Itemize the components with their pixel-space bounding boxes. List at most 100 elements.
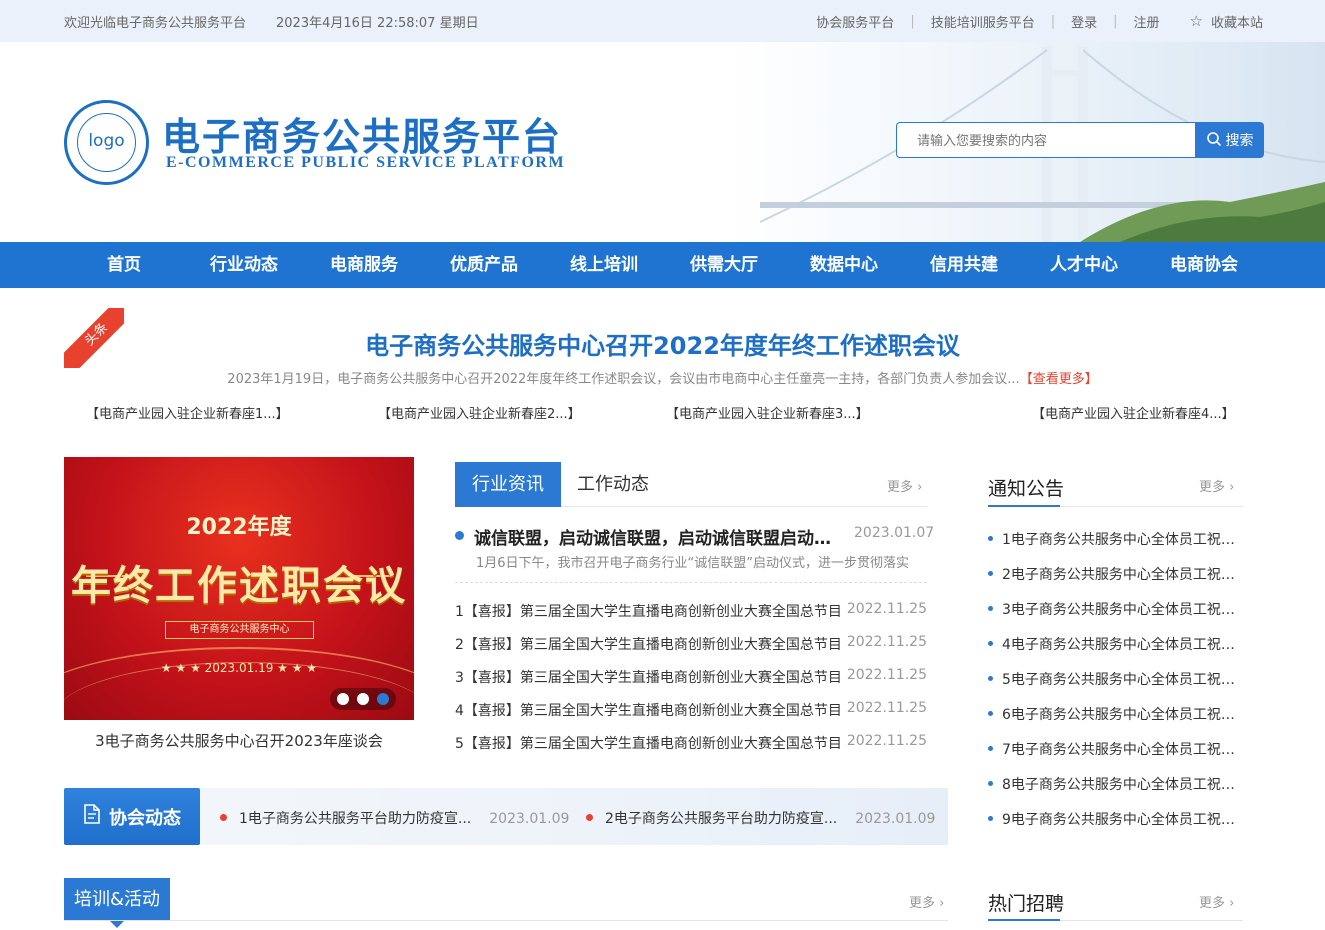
star-icon: ☆ xyxy=(1189,12,1203,30)
welcome-text: 欢迎光临电子商务公共服务平台 xyxy=(64,15,247,31)
featured-news-title[interactable]: 诚信联盟，启动诚信联盟，启动诚信联盟启动诚信联盟 xyxy=(474,524,844,549)
notice-item[interactable]: 7电子商务公共服务中心全体员工祝福大家新春快乐 xyxy=(988,739,1243,759)
tab-work-updates[interactable]: 工作动态 xyxy=(577,462,649,507)
tab-industry-info[interactable]: 行业资讯 xyxy=(455,462,561,507)
chevron-right-icon: › xyxy=(917,480,923,495)
news-item-date: 2022.11.25 xyxy=(846,733,927,749)
seminar-link[interactable]: 【电商产业园入驻企业新春座1...】 xyxy=(86,403,289,422)
seminar-link[interactable]: 【电商产业园入驻企业新春座3...】 xyxy=(666,403,869,422)
carousel-dots xyxy=(330,688,396,710)
association-news-item[interactable]: 1电子商务公共服务平台助力防疫宣... 2023.01.09 xyxy=(220,808,569,828)
nav-item-data-center[interactable]: 数据中心 xyxy=(784,242,904,288)
bookmark-link[interactable]: ☆ 收藏本站 xyxy=(1190,12,1263,31)
skills-training-link[interactable]: 技能培训服务平台 xyxy=(931,12,1035,31)
notice-item[interactable]: 2电子商务公共服务中心全体员工祝福大家新春快乐 xyxy=(988,564,1243,584)
site-title: 电子商务公共服务平台 xyxy=(162,114,563,159)
site-subtitle: E-COMMERCE PUBLIC SERVICE PLATFORM xyxy=(166,154,566,171)
panel-divider-accent xyxy=(988,919,1060,921)
register-link[interactable]: 注册 xyxy=(1134,12,1160,31)
news-tabs: 行业资讯 工作动态 xyxy=(455,462,927,507)
association-item-title: 1电子商务公共服务平台助力防疫宣... xyxy=(239,811,472,827)
divider: | xyxy=(910,13,915,29)
chevron-right-icon: › xyxy=(1229,480,1235,495)
featured-news-desc: 1月6日下午，我市召开电子商务行业“诚信联盟”启动仪式，进一步贯彻落实 xyxy=(476,556,910,571)
seminar-link[interactable]: 【电商产业园入驻企业新春座4...】 xyxy=(1032,403,1235,422)
nav-item-credit[interactable]: 信用共建 xyxy=(904,242,1024,288)
chevron-right-icon: › xyxy=(939,896,945,911)
association-platform-link[interactable]: 协会服务平台 xyxy=(816,12,894,31)
nav-item-home[interactable]: 首页 xyxy=(64,242,184,288)
jobs-more-link[interactable]: 更多 › xyxy=(1199,892,1234,911)
notice-item[interactable]: 5电子商务公共服务中心全体员工祝福大家新春快乐 xyxy=(988,669,1243,689)
top-bar: 欢迎光临电子商务公共服务平台 2023年4月16日 22:58:07 星期日 协… xyxy=(0,0,1325,42)
banner-headline: 年终工作述职会议 xyxy=(71,562,407,609)
nav-item-talent[interactable]: 人才中心 xyxy=(1024,242,1144,288)
nav-item-ecommerce-services[interactable]: 电商服务 xyxy=(304,242,424,288)
search-button[interactable]: 搜索 xyxy=(1195,122,1264,158)
search-input[interactable] xyxy=(896,122,1195,158)
news-item-title: 2【喜报】第三届全国大学生直播电商创新创业大赛全国总节目 xyxy=(455,637,842,653)
bullet xyxy=(220,813,227,821)
news-item[interactable]: 5【喜报】第三届全国大学生直播电商创新创业大赛全国总节目 2022.11.25 xyxy=(455,733,927,753)
divider xyxy=(455,582,927,583)
notice-item[interactable]: 6电子商务公共服务中心全体员工祝福大家新春快乐 xyxy=(988,704,1243,724)
association-news-item[interactable]: 2电子商务公共服务平台助力防疫宣... 2023.01.09 xyxy=(586,808,935,828)
more-label: 更多 xyxy=(1199,480,1226,495)
banner-caption[interactable]: 3电子商务公共服务中心召开2023年座谈会 xyxy=(64,730,414,751)
news-item[interactable]: 3【喜报】第三届全国大学生直播电商创新创业大赛全国总节目 2022.11.25 xyxy=(455,667,927,687)
notice-item[interactable]: 1电子商务公共服务中心全体员工祝福大家新春快乐 xyxy=(988,529,1243,549)
banner-slide[interactable]: 2022年度 年终工作述职会议 电子商务公共服务中心 ★ ★ ★ 2023.01… xyxy=(64,457,414,720)
headline-more-link[interactable]: 【查看更多】 xyxy=(1020,372,1098,387)
notice-item[interactable]: 3电子商务公共服务中心全体员工祝福大家新春快乐 xyxy=(988,599,1243,619)
logo-text: logo xyxy=(88,131,125,151)
association-item-title: 2电子商务公共服务平台助力防疫宣... xyxy=(605,811,838,827)
news-item-title: 4【喜报】第三届全国大学生直播电商创新创业大赛全国总节目 xyxy=(455,703,842,719)
banner-year: 2022年度 xyxy=(186,515,292,540)
featured-bullet xyxy=(455,531,464,540)
nav-item-industry-news[interactable]: 行业动态 xyxy=(184,242,304,288)
divider: | xyxy=(1050,13,1056,29)
nav-item-online-training[interactable]: 线上培训 xyxy=(544,242,664,288)
news-item-title: 3【喜报】第三届全国大学生直播电商创新创业大赛全国总节目 xyxy=(455,670,842,686)
divider xyxy=(64,920,948,921)
news-item-date: 2022.11.25 xyxy=(846,667,927,683)
carousel-dot[interactable] xyxy=(357,693,369,705)
news-item[interactable]: 2【喜报】第三届全国大学生直播电商创新创业大赛全国总节目 2022.11.25 xyxy=(455,634,927,654)
tab-training-activities[interactable]: 培训&活动 xyxy=(64,878,170,928)
notice-item[interactable]: 8电子商务公共服务中心全体员工祝福大家新春快乐 xyxy=(988,774,1243,794)
seminar-link[interactable]: 【电商产业园入驻企业新春座2...】 xyxy=(378,403,581,422)
news-item[interactable]: 1【喜报】第三届全国大学生直播电商创新创业大赛全国总节目 2022.11.25 xyxy=(455,601,927,621)
notices-more-link[interactable]: 更多 › xyxy=(1199,476,1234,495)
tab-pointer xyxy=(110,921,124,928)
panel-divider xyxy=(988,505,1243,507)
more-label: 更多 xyxy=(909,896,936,911)
nav-item-supply-demand[interactable]: 供需大厅 xyxy=(664,242,784,288)
news-item-title: 5【喜报】第三届全国大学生直播电商创新创业大赛全国总节目 xyxy=(455,736,842,752)
login-link[interactable]: 登录 xyxy=(1071,12,1097,31)
nav-item-association[interactable]: 电商协会 xyxy=(1144,242,1264,288)
carousel-dot-active[interactable] xyxy=(377,693,389,705)
bookmark-label: 收藏本站 xyxy=(1210,15,1263,31)
nav-item-quality-products[interactable]: 优质产品 xyxy=(424,242,544,288)
training-more-link[interactable]: 更多 › xyxy=(909,892,944,911)
featured-news-date: 2023.01.07 xyxy=(854,525,935,541)
site-logo[interactable]: logo xyxy=(64,100,149,185)
notices-title: 通知公告 xyxy=(988,478,1065,500)
panel-divider xyxy=(988,919,1243,921)
headline-title[interactable]: 电子商务公共服务中心召开2022年度年终工作述职会议 xyxy=(0,326,1325,361)
bullet xyxy=(586,813,593,821)
panel-divider-accent xyxy=(988,505,1060,507)
news-item-date: 2022.11.25 xyxy=(846,634,927,650)
headline-description: 2023年1月19日，电子商务公共服务中心召开2022年度年终工作述职会议，会议… xyxy=(0,368,1325,387)
notice-item[interactable]: 9电子商务公共服务中心全体员工祝福大家新春快乐 xyxy=(988,809,1243,829)
association-news-label[interactable]: 协会动态 xyxy=(64,788,200,845)
news-item[interactable]: 4【喜报】第三届全国大学生直播电商创新创业大赛全国总节目 2022.11.25 xyxy=(455,700,927,720)
banner-org: 电子商务公共服务中心 xyxy=(165,621,314,639)
notice-item[interactable]: 4电子商务公共服务中心全体员工祝福大家新春快乐 xyxy=(988,634,1243,654)
datetime-text: 2023年4月16日 22:58:07 星期日 xyxy=(276,15,479,31)
main-nav: 首页 行业动态 电商服务 优质产品 线上培训 供需大厅 数据中心 信用共建 人才… xyxy=(0,242,1325,288)
association-news-bar: 协会动态 1电子商务公共服务平台助力防疫宣... 2023.01.09 2电子商务… xyxy=(64,788,948,845)
carousel-dot[interactable] xyxy=(337,693,349,705)
chevron-right-icon: › xyxy=(1229,896,1235,911)
news-more-link[interactable]: 更多 › xyxy=(887,476,922,495)
